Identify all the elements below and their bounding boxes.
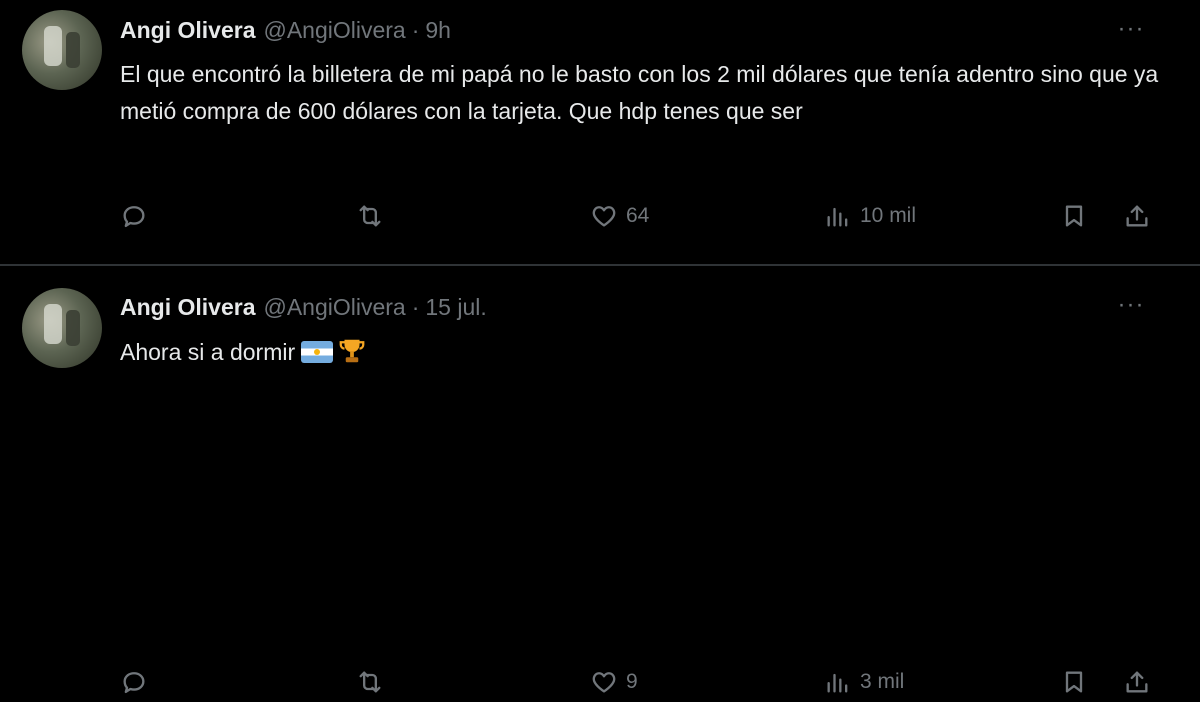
- timestamp[interactable]: 15 jul.: [425, 294, 486, 321]
- share-button[interactable]: [1123, 662, 1151, 702]
- tweet-text: Ahora si a dormir: [120, 339, 296, 365]
- timestamp[interactable]: 9h: [425, 17, 451, 44]
- tweet[interactable]: Angi Olivera @AngiOlivera · 9h ··· El qu…: [0, 0, 1200, 262]
- tweet-text: El que encontró la billetera de mi papá …: [120, 61, 1165, 124]
- retweet-button[interactable]: [356, 662, 384, 702]
- reply-button[interactable]: [120, 662, 148, 702]
- tweet-header: Angi Olivera @AngiOlivera · 9h: [120, 13, 451, 47]
- argentina-flag-icon: [301, 341, 334, 363]
- tweet-header: Angi Olivera @AngiOlivera · 15 jul.: [120, 290, 487, 324]
- share-button[interactable]: [1123, 196, 1151, 236]
- retweet-icon: [359, 205, 381, 227]
- heart-icon: [592, 206, 616, 227]
- tweet[interactable]: Angi Olivera @AngiOlivera · 15 jul. ··· …: [0, 268, 1200, 694]
- retweet-button[interactable]: [356, 196, 384, 236]
- tweet-text-container: Ahora si a dormir: [120, 334, 1170, 371]
- views-button[interactable]: 10 mil: [824, 196, 916, 236]
- bookmark-icon: [1065, 671, 1083, 693]
- reply-icon: [123, 206, 145, 228]
- more-options-button[interactable]: ···: [1114, 12, 1148, 46]
- bookmark-button[interactable]: [1060, 196, 1088, 236]
- user-handle[interactable]: @AngiOlivera: [263, 294, 405, 321]
- view-count: 10 mil: [860, 204, 917, 227]
- more-options-button[interactable]: ···: [1114, 288, 1148, 322]
- action-bar: 64 10 mil: [0, 196, 1200, 236]
- bookmark-button[interactable]: [1060, 662, 1088, 702]
- like-button[interactable]: 64: [590, 196, 649, 236]
- views-button[interactable]: 3 mil: [824, 662, 904, 702]
- like-count: 64: [626, 204, 650, 227]
- display-name[interactable]: Angi Olivera: [120, 17, 255, 44]
- views-icon: [827, 673, 848, 693]
- like-count: 9: [626, 670, 638, 693]
- bookmark-icon: [1065, 205, 1083, 227]
- heart-icon: [592, 672, 616, 693]
- share-icon: [1126, 205, 1148, 227]
- display-name[interactable]: Angi Olivera: [120, 294, 255, 321]
- action-bar: 9 3 mil: [0, 662, 1200, 702]
- reply-button[interactable]: [120, 196, 148, 236]
- user-handle[interactable]: @AngiOlivera: [263, 17, 405, 44]
- tweet-divider: [0, 264, 1200, 266]
- reply-icon: [123, 672, 145, 694]
- avatar[interactable]: [22, 10, 102, 90]
- view-count: 3 mil: [860, 670, 905, 693]
- separator-dot: ·: [411, 293, 420, 320]
- trophy-icon: [339, 339, 365, 363]
- separator-dot: ·: [411, 16, 420, 43]
- views-icon: [827, 207, 848, 227]
- share-icon: [1126, 671, 1148, 693]
- retweet-icon: [359, 671, 381, 693]
- avatar[interactable]: [22, 288, 102, 368]
- like-button[interactable]: 9: [590, 662, 638, 702]
